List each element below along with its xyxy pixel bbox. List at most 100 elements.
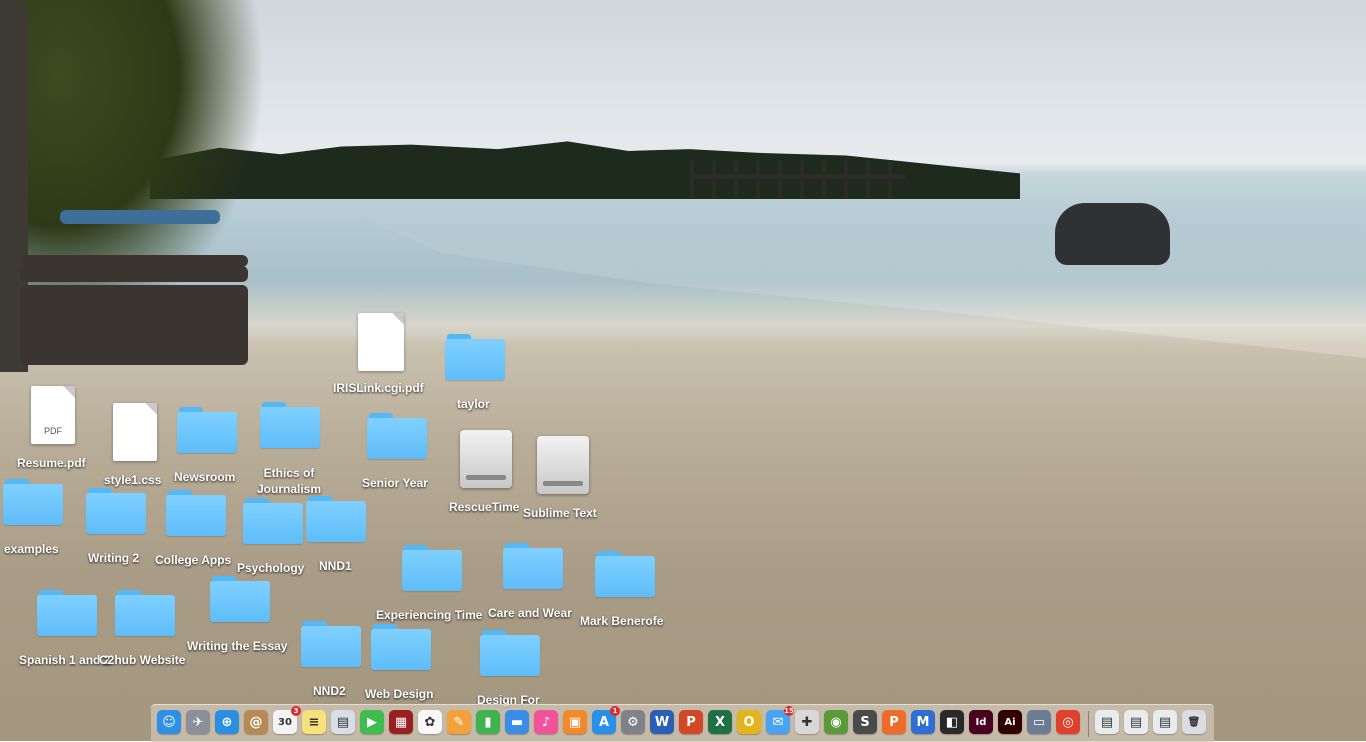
- folder-label-mark-benerofe[interactable]: Mark Benerofe: [580, 614, 663, 628]
- desktop-stack-icon[interactable]: ▤: [1153, 710, 1177, 734]
- contacts-icon[interactable]: @: [244, 710, 268, 734]
- dock-glyph: ▶: [367, 714, 377, 730]
- disk-image-icon[interactable]: [537, 436, 589, 494]
- folder-icon[interactable]: [306, 496, 366, 542]
- folder-icon[interactable]: [86, 488, 146, 534]
- network-globe-icon[interactable]: ◉: [824, 710, 848, 734]
- folder-label-writing-2[interactable]: Writing 2: [88, 551, 139, 565]
- folder-icon[interactable]: [210, 576, 270, 622]
- finder-icon[interactable]: ☺: [157, 710, 181, 734]
- folder-icon[interactable]: [367, 413, 427, 459]
- folder-label-experiencing-time[interactable]: Experiencing Time: [376, 608, 482, 622]
- screen-app-icon[interactable]: ◧: [940, 710, 964, 734]
- dock-separator: [1088, 711, 1089, 737]
- preview-icon[interactable]: ▤: [331, 710, 355, 734]
- folder-icon[interactable]: [115, 590, 175, 636]
- folder-icon[interactable]: [177, 407, 237, 453]
- system-preferences-icon[interactable]: ⚙: [621, 710, 645, 734]
- notification-badge: 3: [291, 706, 301, 716]
- folder-label-nnd2[interactable]: NND2: [313, 684, 346, 698]
- jet-ski: [1055, 203, 1170, 265]
- app-store-icon[interactable]: A1: [592, 706, 620, 734]
- folder-icon[interactable]: [480, 630, 540, 676]
- keynote-icon[interactable]: ▬: [505, 710, 529, 734]
- pdf-file-icon[interactable]: PDF: [31, 386, 75, 444]
- ibooks-icon[interactable]: ▣: [563, 710, 587, 734]
- folder-label-newsroom[interactable]: Newsroom: [174, 470, 235, 484]
- trash-icon[interactable]: 🗑: [1182, 710, 1206, 734]
- drive-label-rescuetime[interactable]: RescueTime: [449, 500, 519, 514]
- paddleboard: [60, 210, 220, 224]
- safari-icon[interactable]: ⊕: [215, 710, 239, 734]
- excel-icon[interactable]: X: [708, 710, 732, 734]
- dock-glyph: X: [714, 714, 726, 730]
- dock-glyph: ▤: [336, 714, 350, 730]
- dock-glyph: ✉: [772, 714, 784, 730]
- numbers-icon[interactable]: ▮: [476, 710, 500, 734]
- folder-icon[interactable]: [371, 624, 431, 670]
- opera-icon[interactable]: O: [737, 710, 761, 734]
- photo-booth-icon[interactable]: ▦: [389, 710, 413, 734]
- sublime-text-icon[interactable]: S: [853, 710, 877, 734]
- facetime-icon[interactable]: ▶: [360, 710, 384, 734]
- dock-glyph: ◧: [945, 714, 959, 730]
- css-file-icon[interactable]: [113, 403, 157, 461]
- itunes-icon[interactable]: ♪: [534, 710, 558, 734]
- dock-glyph: Id: [975, 716, 987, 728]
- word-icon[interactable]: W: [650, 710, 674, 734]
- folder-icon[interactable]: [301, 621, 361, 667]
- folder-icon[interactable]: [402, 545, 462, 591]
- file-label-style1[interactable]: style1.css: [104, 473, 161, 487]
- folder-icon[interactable]: [503, 543, 563, 589]
- folder-label-taylor[interactable]: taylor: [457, 397, 490, 411]
- malwarebytes-icon[interactable]: M: [911, 710, 935, 734]
- pdf-file-icon[interactable]: [358, 313, 404, 371]
- calendar-icon[interactable]: 30 3: [273, 706, 301, 734]
- folder-label-writing-the-essay[interactable]: Writing the Essay: [187, 639, 287, 653]
- folder-label-web-design[interactable]: Web Design: [365, 687, 433, 701]
- folder-label-spanish[interactable]: Spanish 1 and 2: [19, 653, 110, 667]
- folder-label-c2hub[interactable]: C2hub Website: [99, 653, 185, 667]
- image-capture-icon[interactable]: ▭: [1027, 710, 1051, 734]
- dock-glyph: ✿: [424, 714, 436, 730]
- indesign-icon[interactable]: Id: [969, 710, 993, 734]
- chrome-icon[interactable]: ◎: [1056, 710, 1080, 734]
- folder-icon[interactable]: [445, 334, 505, 380]
- illustrator-icon[interactable]: Ai: [998, 710, 1022, 734]
- launchpad-icon[interactable]: ✈: [186, 710, 210, 734]
- documents-stack-icon[interactable]: ▤: [1124, 710, 1148, 734]
- file-label-irislink[interactable]: IRISLink.cgi.pdf: [333, 381, 424, 395]
- drive-label-sublime-text[interactable]: Sublime Text: [523, 506, 597, 520]
- pocket-app-icon[interactable]: P: [882, 710, 906, 734]
- dock-glyph: A: [598, 714, 610, 730]
- file-label-resume[interactable]: Resume.pdf: [17, 456, 86, 470]
- folder-icon[interactable]: [260, 402, 320, 448]
- folder-icon[interactable]: [37, 590, 97, 636]
- notes-icon[interactable]: ≡: [302, 710, 326, 734]
- downloads-stack-icon[interactable]: ▤: [1095, 710, 1119, 734]
- photos-icon[interactable]: ✿: [418, 710, 442, 734]
- dock-glyph: ☺: [162, 714, 176, 730]
- folder-label-ethics[interactable]: Ethics of Journalism: [256, 465, 322, 497]
- dock-glyph: ▭: [1032, 714, 1046, 730]
- folder-icon[interactable]: [243, 498, 303, 544]
- dock-glyph: ▤: [1158, 714, 1172, 730]
- folder-label-college-apps[interactable]: College Apps: [155, 553, 231, 567]
- messages-icon[interactable]: ✉ 15: [766, 706, 794, 734]
- folder-label-care-and-wear[interactable]: Care and Wear: [488, 606, 572, 620]
- folder-label-nnd1[interactable]: NND1: [319, 559, 352, 573]
- pages-icon[interactable]: ✎: [447, 710, 471, 734]
- folder-label-examples[interactable]: examples: [4, 542, 59, 556]
- folder-icon[interactable]: [166, 490, 226, 536]
- dock-glyph: P: [686, 714, 696, 730]
- folder-icon[interactable]: [3, 479, 63, 525]
- folder-icon[interactable]: [595, 551, 655, 597]
- disk-image-icon[interactable]: [460, 430, 512, 488]
- rescue-app-icon[interactable]: ✚: [795, 710, 819, 734]
- dock-glyph: 🗑: [1187, 716, 1201, 728]
- pier: [690, 160, 905, 198]
- dock-glyph: M: [916, 714, 930, 730]
- folder-label-senior-year[interactable]: Senior Year: [362, 476, 428, 490]
- powerpoint-icon[interactable]: P: [679, 710, 703, 734]
- folder-label-psychology[interactable]: Psychology: [237, 561, 304, 575]
